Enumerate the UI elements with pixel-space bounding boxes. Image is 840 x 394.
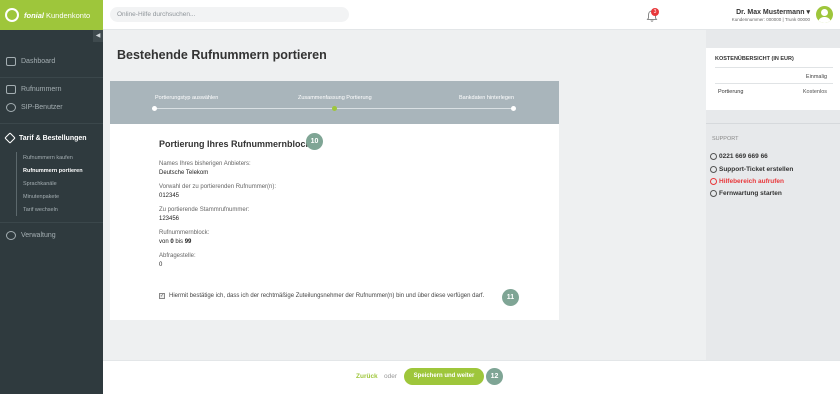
- number-block-label: Rufnummernblock:: [159, 230, 210, 236]
- sidebar-subitem-sprachkanaele[interactable]: Sprachkanäle: [23, 181, 57, 187]
- cost-row-label: Portierung: [718, 89, 744, 95]
- annotation-badge-11: 11: [502, 289, 519, 306]
- logo[interactable]: fonial Kundenkonto: [0, 0, 103, 30]
- cost-title: KOSTENÜBERSICHT (IN EUR): [715, 56, 794, 62]
- provider-value: Deutsche Telekom: [159, 170, 209, 176]
- user-details: Kundennummer: 000000 | Trunk 00000: [731, 17, 810, 22]
- confirm-label[interactable]: Hiermit bestätige ich, dass ich der rech…: [169, 293, 484, 299]
- users-icon: [6, 103, 16, 112]
- search-input[interactable]: Online-Hilfe durchsuchen...: [110, 7, 349, 22]
- page-title: Bestehende Rufnummern portieren: [117, 48, 327, 62]
- step-zusammenfassung: Zusammenfassung Portierung: [298, 95, 372, 101]
- area-code-value: 012345: [159, 193, 180, 199]
- step-dot-2-current: [332, 106, 337, 111]
- sidebar-item-dashboard[interactable]: Dashboard: [6, 57, 55, 66]
- notification-badge: 3: [651, 8, 659, 16]
- step-portierungstyp: Portierungstyp auswählen: [155, 95, 219, 101]
- support-phone[interactable]: 0221 669 669 66: [710, 153, 768, 160]
- sidebar-item-tarif-bestellungen[interactable]: Tarif & Bestellungen: [4, 132, 87, 144]
- help-icon: [710, 178, 717, 185]
- sidebar-subitem-rufnummern-portieren[interactable]: Rufnummern portieren: [23, 168, 83, 174]
- cost-column-header: Einmalig: [805, 74, 827, 80]
- remote-maintenance-link[interactable]: Fernwartung starten: [710, 190, 782, 197]
- step-dot-3: [511, 106, 516, 111]
- sidebar-subitem-tarif-wechseln[interactable]: Tarif wechseln: [23, 207, 58, 213]
- main-number-value: 123456: [159, 216, 180, 222]
- remote-icon: [710, 190, 717, 197]
- sidebar-subitem-minutenpakete[interactable]: Minutenpakete: [23, 194, 59, 200]
- number-block-value: von 0 bis 99: [159, 239, 192, 245]
- step-dot-1: [152, 106, 157, 111]
- settings-icon: [6, 231, 16, 240]
- sidebar-subitem-rufnummern-kaufen[interactable]: Rufnummern kaufen: [23, 155, 73, 161]
- collapse-sidebar-icon[interactable]: ◀: [93, 30, 103, 42]
- summary-title: Portierung Ihres Rufnummernblocks: [159, 139, 316, 149]
- brand-subtitle: Kundenkonto: [46, 10, 91, 20]
- brand-name: fonial: [24, 10, 44, 20]
- sidebar-item-rufnummern[interactable]: Rufnummern: [6, 85, 61, 94]
- main-number-label: Zu portierende Stammrufnummer:: [159, 207, 250, 213]
- support-ticket-link[interactable]: Support-Ticket erstellen: [710, 166, 793, 173]
- provider-label: Names Ihres bisherigen Anbieters:: [159, 161, 251, 167]
- logo-icon: [5, 8, 19, 22]
- query-point-value: 0: [159, 262, 163, 268]
- annotation-badge-12: 12: [486, 368, 503, 385]
- cost-row-value: Kostenlos: [802, 89, 827, 95]
- progress-stepper: [110, 81, 559, 124]
- support-title: SUPPORT: [712, 136, 739, 142]
- sidebar-item-verwaltung[interactable]: Verwaltung: [6, 231, 56, 240]
- step-bankdaten: Bankdaten hinterlegen: [459, 95, 515, 101]
- back-link[interactable]: Zurück: [356, 373, 378, 380]
- help-area-link[interactable]: Hilfebereich aufrufen: [710, 178, 784, 185]
- annotation-badge-10: 10: [306, 133, 323, 150]
- dashboard-icon: [6, 57, 16, 66]
- summary-card: [110, 124, 559, 320]
- confirm-checkbox[interactable]: ✓: [159, 293, 165, 299]
- phone-book-icon: [6, 85, 16, 94]
- ticket-icon: [710, 166, 717, 173]
- or-text: oder: [384, 373, 398, 380]
- avatar[interactable]: [816, 6, 833, 23]
- phone-icon: [710, 153, 717, 160]
- query-point-label: Abfragestelle:: [159, 253, 196, 259]
- save-continue-button[interactable]: Speichern und weiter: [404, 368, 484, 385]
- area-code-label: Vorwahl der zu portierenden Rufnummer(n)…: [159, 184, 277, 190]
- user-menu[interactable]: Dr. Max Mustermann ▾: [736, 8, 810, 16]
- star-icon: [4, 132, 16, 144]
- sidebar-item-sip-benutzer[interactable]: SIP-Benutzer: [6, 103, 63, 112]
